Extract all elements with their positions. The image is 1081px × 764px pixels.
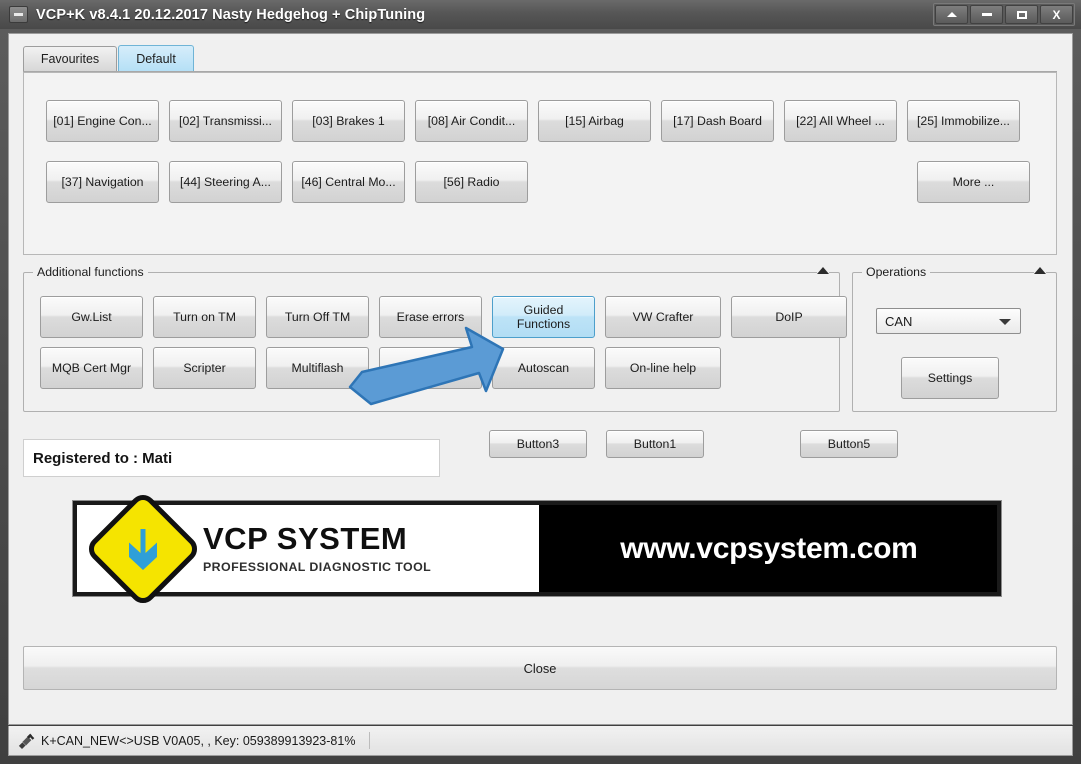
client-area: Favourites Default [01] Engine Con... [0… [8, 33, 1073, 725]
multiflash-button[interactable]: Multiflash [266, 347, 369, 389]
window-title: VCP+K v8.4.1 20.12.2017 Nasty Hedgehog +… [36, 6, 426, 23]
banner-url-area: www.vcpsystem.com [540, 505, 997, 592]
module-button-01-engine[interactable]: [01] Engine Con... [46, 100, 159, 142]
scripter-button[interactable]: Scripter [153, 347, 256, 389]
guided-functions-button[interactable]: Guided Functions [492, 296, 595, 338]
module-button-03-brakes[interactable]: [03] Brakes 1 [292, 100, 405, 142]
gw-list-button[interactable]: Gw.List [40, 296, 143, 338]
module-row-1: [01] Engine Con... [02] Transmissi... [0… [46, 100, 1020, 142]
tab-strip: Favourites Default [23, 45, 1057, 72]
autoscan-button[interactable]: Autoscan [492, 347, 595, 389]
close-button[interactable]: X [1040, 5, 1073, 24]
module-button-17-dash-board[interactable]: [17] Dash Board [661, 100, 774, 142]
plug-connector-icon [18, 733, 35, 749]
application-window: VCP+K v8.4.1 20.12.2017 Nasty Hedgehog +… [0, 0, 1081, 764]
vcp-diamond-arrow-logo [83, 489, 203, 608]
rollup-button[interactable] [935, 5, 968, 24]
banner-brand-text: VCP SYSTEM PROFESSIONAL DIAGNOSTIC TOOL [203, 523, 431, 574]
registration-field: Registered to : Mati [23, 439, 440, 477]
banner-brand: VCP SYSTEM [203, 521, 408, 556]
triangle-up-icon[interactable] [1034, 267, 1046, 274]
maximize-icon [1016, 10, 1027, 19]
vw-crafter-button[interactable]: VW Crafter [605, 296, 721, 338]
module-panel: [01] Engine Con... [02] Transmissi... [0… [23, 72, 1057, 255]
additional-functions-row-2: MQB Cert Mgr Scripter Multiflash Autosca… [40, 347, 721, 389]
tab-favourites[interactable]: Favourites [23, 46, 117, 71]
operations-group: Operations CAN Settings [852, 265, 1057, 412]
title-bar: VCP+K v8.4.1 20.12.2017 Nasty Hedgehog +… [0, 0, 1081, 29]
module-button-25-immobilizer[interactable]: [25] Immobilize... [907, 100, 1020, 142]
erase-errors-button[interactable]: Erase errors [379, 296, 482, 338]
interface-select-value: CAN [885, 313, 913, 329]
registration-text: Registered to : Mati [33, 449, 173, 467]
additional-functions-title: Additional functions [33, 265, 148, 279]
module-button-56-radio[interactable]: [56] Radio [415, 161, 528, 203]
module-button-02-transmission[interactable]: [02] Transmissi... [169, 100, 282, 142]
module-row-2: [37] Navigation [44] Steering A... [46] … [46, 161, 528, 203]
module-button-37-navigation[interactable]: [37] Navigation [46, 161, 159, 203]
operations-title: Operations [862, 265, 931, 279]
module-button-46-central-module[interactable]: [46] Central Mo... [292, 161, 405, 203]
turn-on-tm-button[interactable]: Turn on TM [153, 296, 256, 338]
doip-button[interactable]: DoIP [731, 296, 847, 338]
banner-tagline: PROFESSIONAL DIAGNOSTIC TOOL [203, 560, 432, 574]
button1[interactable]: Button1 [606, 430, 704, 458]
window-controls: X [933, 3, 1075, 26]
module-button-08-air-conditioning[interactable]: [08] Air Condit... [415, 100, 528, 142]
banner-logo-area: VCP SYSTEM PROFESSIONAL DIAGNOSTIC TOOL [77, 489, 541, 608]
module-button-44-steering[interactable]: [44] Steering A... [169, 161, 282, 203]
minimize-icon [981, 13, 992, 16]
module-button-15-airbag[interactable]: [15] Airbag [538, 100, 651, 142]
online-help-button[interactable]: On-line help [605, 347, 721, 389]
close-button-bar[interactable]: Close [23, 646, 1057, 690]
obscured-button[interactable] [379, 347, 482, 389]
chevron-up-icon [946, 12, 957, 17]
status-bar: K+CAN_NEW<>USB V0A05, , Key: 05938991392… [8, 726, 1073, 756]
additional-functions-group: Additional functions Gw.List Turn on TM … [23, 265, 847, 412]
turn-off-tm-button[interactable]: Turn Off TM [266, 296, 369, 338]
button5[interactable]: Button5 [800, 430, 898, 458]
window-menu-icon[interactable] [9, 6, 28, 23]
maximize-button[interactable] [1005, 5, 1038, 24]
button3[interactable]: Button3 [489, 430, 587, 458]
module-button-22-all-wheel[interactable]: [22] All Wheel ... [784, 100, 897, 142]
down-arrow-icon [129, 528, 157, 570]
close-icon: X [1052, 7, 1061, 22]
settings-button[interactable]: Settings [901, 357, 999, 399]
mqb-cert-mgr-button[interactable]: MQB Cert Mgr [40, 347, 143, 389]
module-more-button[interactable]: More ... [917, 161, 1030, 203]
vcp-banner: VCP SYSTEM PROFESSIONAL DIAGNOSTIC TOOL … [73, 489, 1001, 608]
chevron-down-icon [999, 319, 1011, 325]
banner-url: www.vcpsystem.com [620, 531, 918, 565]
minimize-button[interactable] [970, 5, 1003, 24]
status-separator [369, 732, 371, 749]
interface-select[interactable]: CAN [876, 308, 1021, 334]
tab-default[interactable]: Default [118, 45, 194, 71]
status-text: K+CAN_NEW<>USB V0A05, , Key: 05938991392… [41, 733, 356, 748]
additional-functions-row-1: Gw.List Turn on TM Turn Off TM Erase err… [40, 296, 847, 338]
triangle-up-icon[interactable] [817, 267, 829, 274]
